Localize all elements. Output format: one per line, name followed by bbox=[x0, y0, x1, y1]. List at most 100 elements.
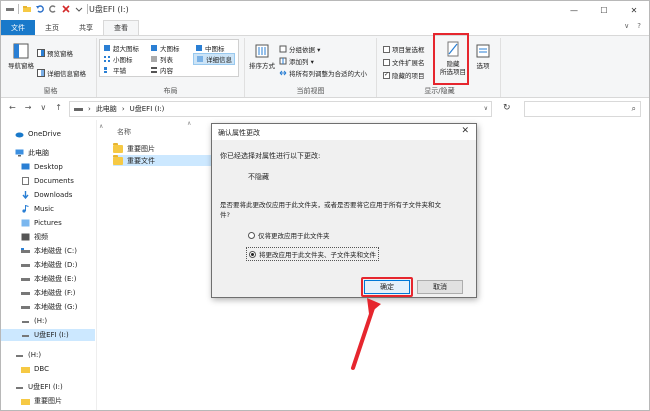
nav-item-desktop[interactable]: Desktop bbox=[1, 161, 95, 173]
nav-item-drive-c[interactable]: 本地磁盘 (C:) bbox=[1, 245, 95, 257]
nav-item-drive-h-root[interactable]: (H:) bbox=[1, 349, 95, 361]
radio-button-selected[interactable] bbox=[249, 250, 256, 258]
toolbar-separator bbox=[18, 4, 19, 14]
group-label: 窗格 bbox=[43, 87, 58, 95]
toolbar-separator bbox=[87, 4, 88, 14]
nav-item-videos[interactable]: 视频 bbox=[1, 231, 95, 243]
layout-list[interactable]: 列表 bbox=[150, 54, 173, 64]
window-title: U盘EFI (I:) bbox=[89, 5, 129, 14]
group-label: 显示/隐藏 bbox=[424, 87, 455, 95]
nav-item-documents[interactable]: Documents bbox=[1, 175, 95, 187]
disk-icon bbox=[21, 278, 30, 281]
close-button[interactable]: ✕ bbox=[619, 1, 649, 19]
nav-item-drive-f[interactable]: 本地磁盘 (F:) bbox=[1, 287, 95, 299]
refresh-button[interactable]: ↻ bbox=[503, 103, 511, 113]
tiles-view-icon bbox=[104, 67, 107, 73]
hidden-items-toggle[interactable]: ✓ 隐藏的项目 bbox=[383, 70, 425, 80]
music-icon bbox=[22, 205, 29, 213]
nav-item-onedrive[interactable]: OneDrive bbox=[1, 128, 95, 140]
list-item[interactable]: 重要文件 bbox=[113, 154, 213, 166]
folder-icon[interactable] bbox=[22, 4, 32, 14]
navigation-pane-button[interactable]: 导航窗格 bbox=[7, 42, 35, 70]
details-pane-button[interactable]: 详细信息窗格 bbox=[37, 68, 86, 78]
help-button[interactable]: ? bbox=[637, 22, 641, 30]
checkbox-unchecked[interactable] bbox=[383, 45, 390, 53]
sort-arrow-icon: ∧ bbox=[187, 120, 192, 127]
customize-dropdown-icon[interactable] bbox=[74, 4, 84, 14]
nav-item-drive-i-root[interactable]: U盘EFI (I:) bbox=[1, 381, 95, 393]
disk-icon bbox=[21, 306, 30, 309]
layout-tiles[interactable]: 平铺 bbox=[103, 65, 126, 75]
collapse-ribbon-button[interactable]: ∨ bbox=[624, 22, 629, 30]
drive-icon bbox=[6, 8, 14, 11]
dialog-question-cont: 件? bbox=[220, 211, 230, 219]
apply-this-folder-option[interactable]: 仅将更改应用于此文件夹 bbox=[248, 230, 330, 240]
maximize-button[interactable]: ☐ bbox=[589, 1, 619, 19]
nav-item-important-pictures[interactable]: 重要图片 bbox=[1, 395, 95, 407]
file-extensions-toggle[interactable]: 文件扩展名 bbox=[383, 57, 425, 67]
nav-item-drive-i[interactable]: U盘EFI (I:) bbox=[1, 329, 95, 341]
options-button[interactable]: 选项 bbox=[471, 42, 495, 70]
nav-item-drive-h[interactable]: (H:) bbox=[1, 315, 95, 327]
tab-file[interactable]: 文件 bbox=[1, 20, 35, 35]
usb-drive-icon bbox=[16, 387, 23, 389]
add-columns-button[interactable]: 添加列 ▾ bbox=[279, 56, 314, 66]
search-input[interactable]: ⌕ bbox=[524, 101, 641, 117]
forward-button[interactable]: → bbox=[25, 103, 32, 112]
size-all-columns-button[interactable]: 将所有列调整为合适的大小 bbox=[279, 68, 367, 78]
preview-pane-button[interactable]: 预览窗格 bbox=[37, 48, 73, 58]
download-icon bbox=[22, 191, 29, 199]
icons-view-icon bbox=[104, 45, 110, 51]
address-row: ← → ∨ ↑ › 此电脑 › U盘EFI (I:) ∨ ↻ ⌕ bbox=[1, 98, 649, 120]
up-button[interactable]: ↑ bbox=[55, 103, 62, 112]
minimize-button[interactable]: — bbox=[559, 1, 589, 19]
checkbox-checked[interactable]: ✓ bbox=[383, 71, 390, 79]
nav-item-dbc[interactable]: DBC bbox=[1, 363, 95, 375]
tab-view[interactable]: 查看 bbox=[103, 20, 139, 35]
sort-by-button[interactable]: 排序方式 bbox=[247, 42, 277, 70]
search-icon: ⌕ bbox=[631, 104, 636, 113]
breadcrumb-drive[interactable]: U盘EFI (I:) bbox=[130, 104, 165, 114]
folder-icon bbox=[21, 367, 30, 373]
nav-item-drive-g[interactable]: 本地磁盘 (G:) bbox=[1, 301, 95, 313]
nav-item-downloads[interactable]: Downloads bbox=[1, 189, 95, 201]
nav-scrollbar[interactable] bbox=[97, 120, 105, 410]
group-by-button[interactable]: 分组依据 ▾ bbox=[279, 44, 320, 54]
list-item[interactable]: 重要图片 bbox=[113, 142, 213, 154]
dialog-close-button[interactable]: ✕ bbox=[461, 126, 469, 136]
tab-home[interactable]: 主页 bbox=[35, 20, 69, 35]
layout-large-icons[interactable]: 大图标 bbox=[150, 43, 180, 53]
back-button[interactable]: ← bbox=[9, 103, 16, 112]
nav-item-music[interactable]: Music bbox=[1, 203, 95, 215]
redo-icon[interactable] bbox=[48, 4, 58, 14]
confirm-attribute-changes-dialog: 确认属性更改 ✕ 你已经选择对属性进行以下更改: 不隐藏 是否要将此更改仅应用于… bbox=[211, 123, 477, 298]
address-bar[interactable]: › 此电脑 › U盘EFI (I:) ∨ bbox=[69, 101, 492, 117]
address-dropdown-icon[interactable]: ∨ bbox=[484, 105, 488, 112]
delete-icon[interactable] bbox=[61, 4, 71, 14]
undo-icon[interactable] bbox=[35, 4, 45, 14]
dialog-change: 不隐藏 bbox=[248, 173, 269, 181]
layout-medium-icons[interactable]: 中图标 bbox=[195, 43, 225, 53]
cancel-button[interactable]: 取消 bbox=[417, 280, 463, 294]
group-panes: 导航窗格 预览窗格 详细信息窗格 窗格 bbox=[5, 38, 97, 97]
layout-small-icons[interactable]: 小图标 bbox=[103, 54, 133, 64]
item-checkboxes-toggle[interactable]: 项目复选框 bbox=[383, 44, 425, 54]
apply-all-subfolders-option[interactable]: 将更改应用于此文件夹、子文件夹和文件 bbox=[246, 247, 379, 261]
layout-content[interactable]: 内容 bbox=[150, 65, 173, 75]
layout-details[interactable]: 详细信息 bbox=[193, 53, 235, 65]
cloud-icon bbox=[15, 132, 24, 138]
nav-item-drive-d[interactable]: 本地磁盘 (D:) bbox=[1, 259, 95, 271]
checkbox-unchecked[interactable] bbox=[383, 58, 390, 66]
group-current-view: 排序方式 分组依据 ▾ 添加列 ▾ 将所有列调整为合适的大小 当前视图 bbox=[245, 38, 377, 97]
recent-locations-button[interactable]: ∨ bbox=[40, 103, 46, 112]
nav-item-drive-e[interactable]: 本地磁盘 (E:) bbox=[1, 273, 95, 285]
layout-extra-large-icons[interactable]: 超大图标 bbox=[103, 43, 139, 53]
nav-item-pictures[interactable]: Pictures bbox=[1, 217, 95, 229]
nav-item-this-pc[interactable]: 此电脑 bbox=[1, 147, 95, 159]
breadcrumb-this-pc[interactable]: 此电脑 bbox=[96, 104, 117, 114]
dialog-message: 你已经选择对属性进行以下更改: bbox=[220, 152, 321, 160]
radio-button[interactable] bbox=[248, 231, 255, 239]
tab-share[interactable]: 共享 bbox=[69, 20, 103, 35]
column-header-name[interactable]: 名称 bbox=[117, 127, 131, 137]
scroll-up-icon[interactable]: ∧ bbox=[99, 123, 103, 130]
